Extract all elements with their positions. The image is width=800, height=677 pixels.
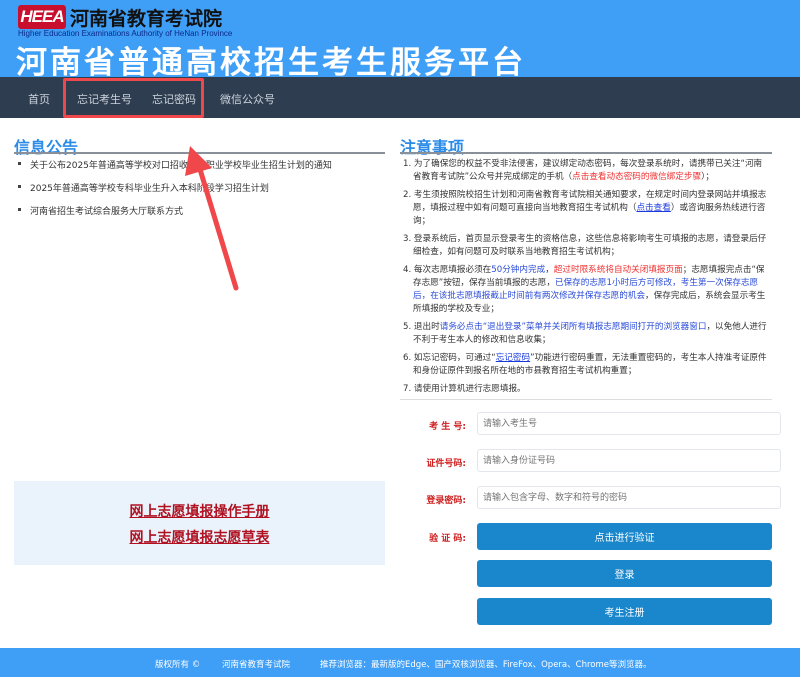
nav-wechat[interactable]: 微信公众号 <box>220 91 275 107</box>
heea-logo: HEEA <box>18 5 66 29</box>
form-divider <box>400 399 772 400</box>
footer-copyright: 版权所有 © <box>155 660 201 670</box>
footer: 版权所有 © 河南省教育考试院 推荐浏览器：最新版的Edge、国产双核浏览器、F… <box>0 648 800 677</box>
notice-link[interactable]: 点击查看 <box>636 203 670 213</box>
notice-item: 6. 如忘记密码，可通过“忘记密码”功能进行密码重置，无法重置密码的，考生本人持… <box>403 352 770 378</box>
notices-divider <box>400 152 772 154</box>
password-input[interactable] <box>477 486 781 509</box>
notice-text: 7. 请使用计算机进行志愿填报。 <box>403 384 526 394</box>
notice-text: 4. 每次志愿填报必须在 <box>403 265 492 275</box>
footer-org: 河南省教育考试院 <box>222 660 291 670</box>
id-label: 证件号码: <box>426 459 466 469</box>
footer-browsers: 推荐浏览器：最新版的Edge、国产双核浏览器、FireFox、Opera、Chr… <box>320 660 652 670</box>
notice-text: ， <box>545 265 554 275</box>
notice-item: 4. 每次志愿填报必须在50分钟内完成，超过时限系统将自动关闭填报页面；志愿填报… <box>403 264 770 316</box>
notice-text[interactable]: 超过时限系统将自动关闭填报页面 <box>554 265 683 275</box>
notice-item: 1. 为了确保您的权益不受非法侵害，建议绑定动态密码，每次登录系统时，请携带已关… <box>403 158 770 184</box>
manual-link[interactable]: 网上志愿填报操作手册 <box>14 501 385 521</box>
candidate-number-input[interactable] <box>477 412 781 435</box>
captcha-label: 验 证 码: <box>429 534 466 544</box>
notice-text: 3. 登录系统后，首页显示登录考生的资格信息，这些信息将影响考生可填报的志愿，请… <box>403 234 767 257</box>
notice-link[interactable]: 忘记密码 <box>496 353 530 363</box>
notice-text: ）； <box>701 172 714 182</box>
notices-list: 1. 为了确保您的权益不受非法侵害，建议绑定动态密码，每次登录系统时，请携带已关… <box>403 158 770 401</box>
password-label: 登录密码: <box>426 496 466 506</box>
notices-title: 注意事项 <box>400 138 465 157</box>
notice-text: 5. 退出时 <box>403 322 440 332</box>
site-title: 河南省普通高校招生考生服务平台 <box>16 45 526 81</box>
notice-item: 3. 登录系统后，首页显示登录考生的资格信息，这些信息将影响考生可填报的志愿，请… <box>403 233 770 259</box>
notice-item: 7. 请使用计算机进行志愿填报。 <box>403 383 770 396</box>
notice-text[interactable]: 点击查看动态密码的微信绑定步骤 <box>572 172 701 182</box>
notice-item: 2. 考生须按照院校招生计划和河南省教育考试院相关通知要求，在规定时间内登录网站… <box>403 189 770 228</box>
notice-text: 6. 如忘记密码，可通过“ <box>403 353 496 363</box>
org-name: 河南省教育考试院 <box>70 8 223 30</box>
news-item[interactable]: 2025年普通高等学校专科毕业生升入本科阶段学习招生计划 <box>16 181 386 194</box>
notice-text: 50分钟内完成 <box>491 265 546 275</box>
news-item[interactable]: 关于公布2025年普通高等学校对口招收中等职业学校毕业生招生计划的通知 <box>16 158 386 171</box>
notice-item: 5. 退出时请务必点击“退出登录”菜单并关闭所有填报志愿期间打开的浏览器窗口，以… <box>403 321 770 347</box>
draft-form-link[interactable]: 网上志愿填报志愿草表 <box>14 527 385 547</box>
news-list: 关于公布2025年普通高等学校对口招收中等职业学校毕业生招生计划的通知 2025… <box>16 158 386 227</box>
register-button[interactable]: 考生注册 <box>477 598 772 625</box>
candidate-label: 考 生 号: <box>429 422 466 432</box>
news-divider <box>14 152 385 154</box>
notice-text: 请务必点击“退出登录”菜单并关闭所有填报志愿期间打开的浏览器窗口 <box>439 322 707 332</box>
id-number-input[interactable] <box>477 449 781 472</box>
nav-home[interactable]: 首页 <box>28 91 50 107</box>
header: HEEA 河南省教育考试院 Higher Education Examinati… <box>0 0 800 81</box>
news-title: 信息公告 <box>14 138 79 157</box>
annotation-highlight-box <box>63 78 204 118</box>
news-item[interactable]: 河南省招生考试综合服务大厅联系方式 <box>16 204 386 217</box>
verify-button[interactable]: 点击进行验证 <box>477 523 772 550</box>
login-button[interactable]: 登录 <box>477 560 772 587</box>
links-box: 网上志愿填报操作手册 网上志愿填报志愿草表 <box>14 481 385 565</box>
